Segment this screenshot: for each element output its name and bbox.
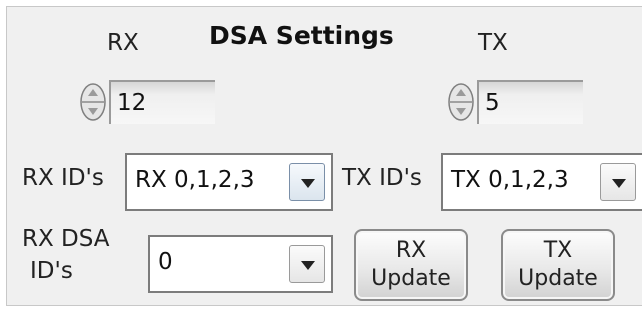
- rx-value-field[interactable]: 12: [109, 80, 215, 124]
- rx-ids-label: RX ID's: [22, 165, 104, 191]
- rx-dsa-ids-dropdown-button[interactable]: [289, 245, 325, 283]
- rx-ids-dropdown-button[interactable]: [289, 163, 325, 201]
- tx-ids-label: TX ID's: [342, 165, 422, 191]
- rx-update-button[interactable]: RX Update: [354, 229, 468, 301]
- tx-value-field[interactable]: 5: [477, 80, 583, 124]
- tx-numeric-control[interactable]: 5: [447, 80, 587, 126]
- up-down-spinner-icon[interactable]: [447, 82, 475, 122]
- rx-dsa-ids-dropdown[interactable]: 0: [148, 235, 333, 293]
- panel-title: DSA Settings: [209, 21, 394, 50]
- up-down-spinner-icon[interactable]: [79, 82, 107, 122]
- rx-dsa-ids-label-line1: RX DSA: [22, 226, 110, 252]
- tx-update-button[interactable]: TX Update: [501, 229, 615, 301]
- rx-update-button-line2: Update: [371, 266, 451, 291]
- tx-ids-selected: TX 0,1,2,3: [451, 167, 569, 193]
- tx-ids-dropdown-button[interactable]: [600, 163, 636, 201]
- chevron-down-icon: [612, 179, 626, 188]
- rx-label: RX: [107, 30, 139, 56]
- rx-dsa-ids-selected: 0: [158, 249, 173, 275]
- rx-ids-dropdown[interactable]: RX 0,1,2,3: [125, 153, 333, 211]
- tx-update-button-line1: TX: [543, 238, 573, 263]
- tx-ids-dropdown[interactable]: TX 0,1,2,3: [441, 153, 642, 211]
- tx-label: TX: [478, 30, 508, 56]
- rx-numeric-control[interactable]: 12: [79, 80, 219, 126]
- tx-value: 5: [485, 90, 500, 116]
- rx-dsa-ids-label-line2: ID's: [30, 258, 73, 284]
- rx-value: 12: [117, 90, 147, 116]
- chevron-down-icon: [301, 179, 315, 188]
- tx-update-button-line2: Update: [518, 266, 598, 291]
- rx-ids-selected: RX 0,1,2,3: [135, 167, 255, 193]
- chevron-down-icon: [301, 261, 315, 270]
- rx-update-button-line1: RX: [395, 238, 427, 263]
